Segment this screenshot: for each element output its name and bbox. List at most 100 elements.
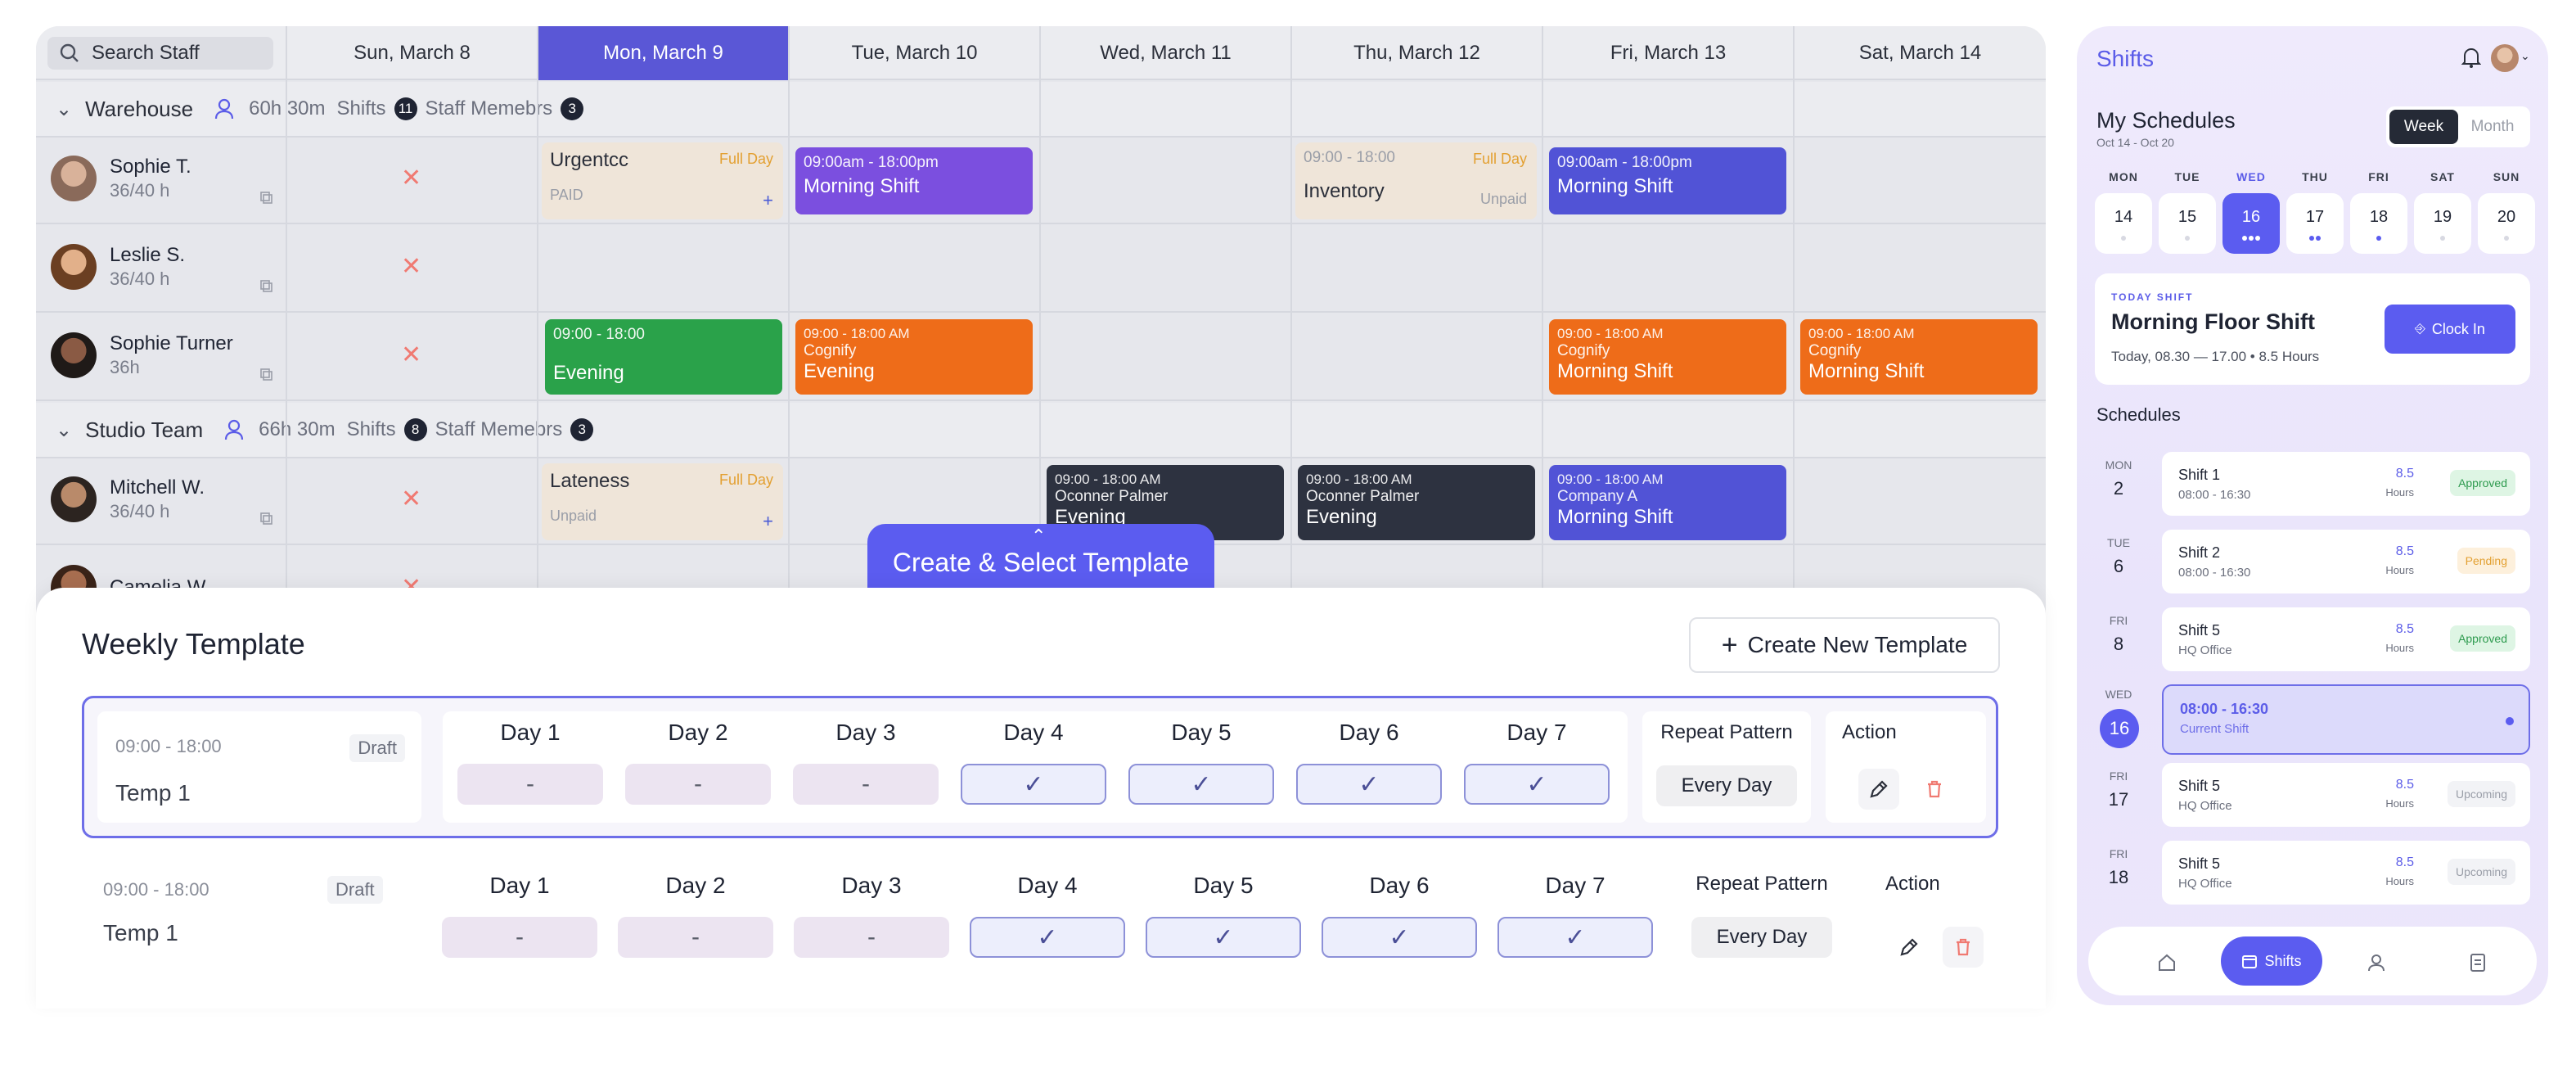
template-card[interactable]: 09:00 - 18:00 Temp 1 Draft bbox=[97, 711, 421, 823]
date-17[interactable]: 17 bbox=[2286, 193, 2344, 254]
staff-sophie-turner[interactable]: Sophie Turner 36h bbox=[51, 332, 233, 378]
day-toggle[interactable]: ✓ bbox=[1296, 764, 1442, 805]
schedule-entry[interactable]: Shift 1 08:00 - 16:30 8.5 Hours Approved bbox=[2162, 452, 2530, 516]
staff-leslie-s[interactable]: Leslie S. 36/40 h bbox=[51, 244, 185, 290]
template-row[interactable]: 09:00 - 18:00 Temp 1 Draft Day 1- Day 2-… bbox=[82, 696, 1998, 838]
day-column: Day 5 ✓ bbox=[1146, 873, 1301, 958]
shift-card-cognify-morning[interactable]: 09:00 - 18:00 AM Cognify Morning Shift bbox=[1549, 319, 1786, 395]
document-icon[interactable] bbox=[2463, 948, 2493, 977]
schedule-entry[interactable]: Shift 5 HQ Office 8.5 Hours Upcoming bbox=[2162, 841, 2530, 905]
shift-card-company-a[interactable]: 09:00 - 18:00 AM Company A Morning Shift bbox=[1549, 465, 1786, 540]
repeat-pattern-select[interactable]: Every Day bbox=[1656, 765, 1797, 806]
day-column: Day 7 ✓ bbox=[1464, 720, 1610, 805]
bell-icon[interactable] bbox=[2461, 46, 2481, 69]
shift-card-urgent[interactable]: Urgentcc Full Day PAID + bbox=[542, 142, 783, 219]
nav-shifts[interactable]: Shifts bbox=[2221, 936, 2322, 986]
entry-date: TUE 6 bbox=[2107, 536, 2130, 576]
create-new-template-button[interactable]: + Create New Template bbox=[1689, 617, 2000, 673]
shift-card-evening[interactable]: 09:00 - 18:00 Evening bbox=[545, 319, 782, 395]
day-toggle[interactable]: ✓ bbox=[1464, 764, 1610, 805]
day-column: Day 3- bbox=[793, 720, 939, 805]
group-warehouse[interactable]: ⌄ Warehouse 60h 30m Shifts 11 Staff Meme… bbox=[36, 82, 2046, 138]
edit-button[interactable] bbox=[1858, 769, 1899, 810]
chevron-down-icon[interactable]: ⌄ bbox=[56, 418, 72, 442]
day-toggle[interactable]: ✓ bbox=[1322, 917, 1477, 958]
copy-icon[interactable] bbox=[260, 368, 273, 381]
chevron-down-icon[interactable]: ⌄ bbox=[56, 97, 72, 121]
copy-icon[interactable] bbox=[260, 280, 273, 293]
day-toggle[interactable]: ✓ bbox=[1497, 917, 1653, 958]
add-icon[interactable]: + bbox=[763, 511, 773, 532]
schedule-entry[interactable]: Shift 5 HQ Office 8.5 Hours Approved bbox=[2162, 607, 2530, 671]
day-header-mon[interactable]: Mon, March 9 bbox=[537, 26, 788, 80]
avatar bbox=[51, 244, 97, 290]
date-15[interactable]: 15 bbox=[2159, 193, 2216, 254]
day-column: Day 1- bbox=[442, 873, 597, 958]
entry-date: MON 2 bbox=[2105, 458, 2132, 499]
day-header-sat[interactable]: Sat, March 14 bbox=[1793, 26, 2046, 80]
avatar[interactable] bbox=[2491, 44, 2519, 72]
day-header-fri[interactable]: Fri, March 13 bbox=[1542, 26, 1793, 80]
copy-icon[interactable] bbox=[260, 512, 273, 526]
template-row[interactable]: 09:00 - 18:00 Temp 1 Draft Day 1- Day 2-… bbox=[82, 848, 1998, 991]
entry-date: WED 16 bbox=[2095, 688, 2142, 748]
date-18[interactable]: 18 bbox=[2350, 193, 2407, 254]
panel-title: Weekly Template bbox=[82, 627, 305, 661]
date-19[interactable]: 19 bbox=[2414, 193, 2471, 254]
day-toggle[interactable]: - bbox=[625, 764, 771, 805]
date-14[interactable]: 14 bbox=[2095, 193, 2152, 254]
date-20[interactable]: 20 bbox=[2478, 193, 2535, 254]
day-toggle[interactable]: - bbox=[442, 917, 597, 958]
day-toggle[interactable]: ✓ bbox=[1146, 917, 1301, 958]
chevron-down-icon[interactable]: ⌄ bbox=[2520, 49, 2530, 63]
day-toggle[interactable]: - bbox=[618, 917, 773, 958]
day-toggle[interactable]: ✓ bbox=[970, 917, 1125, 958]
day-column: Day 5 ✓ bbox=[1128, 720, 1274, 805]
shift-card-inventory[interactable]: 09:00 - 18:00 Full Day Inventory Unpaid bbox=[1295, 142, 1537, 219]
day-header-thu[interactable]: Thu, March 12 bbox=[1290, 26, 1542, 80]
shift-card-cognify-evening[interactable]: 09:00 - 18:00 AM Cognify Evening bbox=[795, 319, 1033, 395]
entry-date: FRI 8 bbox=[2109, 614, 2128, 654]
shift-card-oconner[interactable]: 09:00 - 18:00 AM Oconner Palmer Evening bbox=[1298, 465, 1535, 540]
search-staff-input[interactable]: Search Staff bbox=[47, 37, 273, 70]
schedule-entry[interactable]: Shift 5 HQ Office 8.5 Hours Upcoming bbox=[2162, 763, 2530, 827]
shift-card-lateness[interactable]: Lateness Full Day Unpaid + bbox=[542, 463, 783, 540]
delete-button[interactable] bbox=[1914, 769, 1955, 810]
schedule-entry[interactable]: Shift 2 08:00 - 16:30 8.5 Hours Pending bbox=[2162, 530, 2530, 593]
repeat-pattern-select[interactable]: Every Day bbox=[1691, 917, 1832, 958]
add-icon[interactable]: + bbox=[763, 190, 773, 211]
shift-card-morning[interactable]: 09:00am - 18:00pm Morning Shift bbox=[1549, 147, 1786, 214]
create-select-template-tab[interactable]: ⌃ Create & Select Template bbox=[867, 524, 1214, 589]
action-column: Action bbox=[1885, 873, 1940, 895]
avatar bbox=[51, 156, 97, 201]
day-toggle[interactable]: - bbox=[794, 917, 949, 958]
group-studio-team[interactable]: ⌄ Studio Team 66h 30m Shifts 8 Staff Mem… bbox=[36, 403, 2046, 458]
week-view-button[interactable]: Week bbox=[2389, 110, 2458, 144]
clock-in-button[interactable]: ⎆ Clock In bbox=[2385, 305, 2515, 354]
day-toggle[interactable]: ✓ bbox=[1128, 764, 1274, 805]
staff-sophie-t[interactable]: Sophie T. 36/40 h bbox=[51, 156, 191, 201]
current-shift-entry[interactable]: 08:00 - 16:30 Current Shift bbox=[2162, 684, 2530, 755]
staff-mitchell-w[interactable]: Mitchell W. 36/40 h bbox=[51, 476, 205, 522]
team-icon[interactable] bbox=[2362, 948, 2391, 977]
month-view-button[interactable]: Month bbox=[2458, 110, 2527, 144]
trash-icon bbox=[1928, 780, 1941, 798]
day-toggle[interactable]: ✓ bbox=[961, 764, 1106, 805]
action-column: Action bbox=[1842, 721, 1897, 743]
repeat-pattern: Repeat Pattern Every Day bbox=[1642, 721, 1811, 806]
shift-card-cognify-morning[interactable]: 09:00 - 18:00 AM Cognify Morning Shift bbox=[1800, 319, 2038, 395]
day-header-tue[interactable]: Tue, March 10 bbox=[788, 26, 1039, 80]
shift-card-morning[interactable]: 09:00am - 18:00pm Morning Shift bbox=[795, 147, 1033, 214]
day-toggle[interactable]: - bbox=[457, 764, 603, 805]
members-count-badge: 3 bbox=[570, 418, 594, 441]
delete-button[interactable] bbox=[1943, 927, 1984, 968]
copy-icon[interactable] bbox=[260, 192, 273, 205]
status-badge: Approved bbox=[2450, 625, 2515, 652]
edit-button[interactable] bbox=[1889, 927, 1930, 968]
day-column: Day 6 ✓ bbox=[1322, 873, 1477, 958]
day-header-sun[interactable]: Sun, March 8 bbox=[286, 26, 537, 80]
date-16[interactable]: 16 bbox=[2222, 193, 2280, 254]
day-header-wed[interactable]: Wed, March 11 bbox=[1039, 26, 1290, 80]
home-icon[interactable] bbox=[2152, 948, 2182, 977]
day-toggle[interactable]: - bbox=[793, 764, 939, 805]
